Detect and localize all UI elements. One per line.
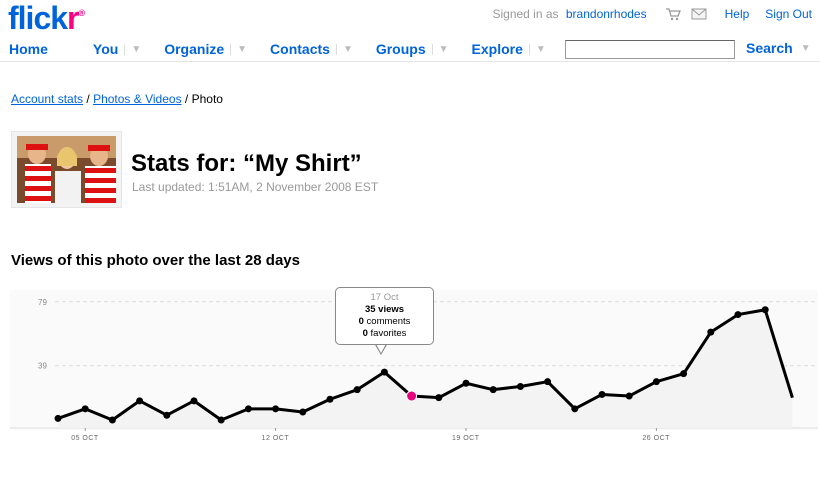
chevron-down-icon[interactable]: ▼: [230, 43, 253, 55]
search-input[interactable]: [565, 40, 735, 59]
x-tick-label: 05 OCT: [71, 435, 99, 442]
tooltip-views-value: 35 views: [364, 304, 405, 315]
username-link[interactable]: brandonrhodes: [566, 7, 647, 21]
y-tick-label: 79: [38, 298, 47, 307]
data-point: [435, 394, 443, 402]
photo-thumbnail[interactable]: [17, 136, 116, 203]
nav-explore-label: Explore: [471, 41, 523, 57]
chart-tooltip: 17 Oct 35 views 0 comments 0 favorites: [335, 287, 434, 345]
data-point: [625, 392, 633, 400]
photo-thumbnail-frame: [11, 131, 122, 208]
data-point: [489, 386, 497, 394]
flickr-logo[interactable]: flickr®: [8, 0, 85, 37]
data-point: [81, 405, 89, 413]
chevron-down-icon[interactable]: ▼: [124, 43, 147, 55]
data-point: [598, 390, 606, 398]
x-tick-label: 19 OCT: [452, 435, 480, 442]
logo-accent-text: r: [67, 0, 79, 36]
data-point: [326, 395, 334, 403]
last-updated-text: Last updated: 1:51AM, 2 November 2008 ES…: [132, 180, 379, 194]
nav-contacts[interactable]: Contacts ▼: [261, 41, 359, 57]
logo-registered-mark: ®: [78, 8, 85, 18]
data-point: [217, 416, 225, 424]
data-point: [734, 311, 742, 319]
data-point: [244, 405, 252, 413]
nav-explore[interactable]: Explore ▼: [463, 41, 552, 57]
tooltip-views: 35 views: [336, 304, 433, 316]
tooltip-date: 17 Oct: [370, 292, 399, 303]
x-tick-label: 26 OCT: [642, 435, 670, 442]
tooltip-favorites: 0 favorites: [336, 328, 433, 340]
breadcrumb-account-stats[interactable]: Account stats: [11, 92, 83, 106]
x-tick-label: 12 OCT: [262, 435, 290, 442]
tooltip-favorites-count: 0: [362, 328, 368, 339]
data-point: [761, 306, 769, 314]
nav-divider: [0, 61, 820, 62]
chevron-down-icon[interactable]: ▼: [431, 43, 455, 55]
breadcrumb-photos-videos[interactable]: Photos & Videos: [93, 92, 182, 106]
search-button[interactable]: Search ▼: [746, 40, 811, 56]
nav-contacts-label: Contacts: [270, 41, 330, 57]
signed-in-prefix: Signed in as: [492, 7, 559, 21]
tooltip-comments-label: comments: [366, 316, 411, 327]
nav-organize-label: Organize: [164, 41, 225, 57]
logo-main-text: flick: [8, 0, 68, 36]
cart-icon[interactable]: [665, 7, 681, 21]
utility-bar: Signed in as brandonrhodes Help Sign Out: [492, 7, 812, 21]
data-point: [707, 328, 715, 336]
data-point: [652, 378, 660, 386]
mail-icon[interactable]: [691, 8, 707, 20]
data-point: [571, 405, 579, 413]
page-title: Stats for: “My Shirt”: [131, 150, 362, 177]
signed-in-text: Signed in as brandonrhodes: [492, 7, 646, 21]
nav-you-label: You: [92, 41, 119, 57]
data-point: [544, 378, 552, 386]
tooltip-comments-count: 0: [358, 316, 364, 327]
tooltip-favorites-label: favorites: [370, 328, 407, 339]
data-point: [516, 382, 524, 390]
y-tick-label: 39: [38, 362, 47, 371]
nav-home[interactable]: Home: [0, 41, 54, 57]
data-point: [136, 397, 144, 405]
nav-organize[interactable]: Organize ▼: [155, 41, 253, 57]
breadcrumb: Account stats / Photos & Videos / Photo: [11, 92, 223, 106]
highlighted-data-point: [406, 390, 418, 402]
chevron-down-icon[interactable]: ▼: [335, 43, 359, 55]
breadcrumb-separator: /: [83, 92, 94, 106]
data-point: [380, 368, 388, 376]
breadcrumb-current: Photo: [191, 92, 223, 106]
data-point: [299, 408, 307, 416]
tooltip-comments: 0 comments: [336, 316, 433, 328]
data-point: [163, 411, 171, 419]
nav-groups-label: Groups: [375, 41, 426, 57]
data-point: [54, 414, 62, 422]
data-point: [190, 397, 198, 405]
sign-out-link[interactable]: Sign Out: [765, 7, 812, 21]
search-button-label: Search: [746, 40, 793, 56]
chevron-down-icon[interactable]: ▼: [801, 43, 811, 54]
data-point: [353, 386, 361, 394]
nav-you[interactable]: You ▼: [84, 41, 147, 57]
help-link[interactable]: Help: [725, 7, 750, 21]
nav-home-label: Home: [9, 41, 48, 57]
data-point: [108, 416, 116, 424]
main-nav: Home You ▼ Organize ▼ Contacts ▼ Groups ▼ Ex…: [0, 38, 560, 60]
breadcrumb-separator: /: [181, 92, 192, 106]
section-title: Views of this photo over the last 28 day…: [11, 252, 300, 269]
data-point: [680, 370, 688, 378]
data-point: [462, 379, 470, 387]
chevron-down-icon[interactable]: ▼: [528, 43, 552, 55]
nav-groups[interactable]: Groups ▼: [367, 41, 455, 57]
data-point: [272, 405, 280, 413]
